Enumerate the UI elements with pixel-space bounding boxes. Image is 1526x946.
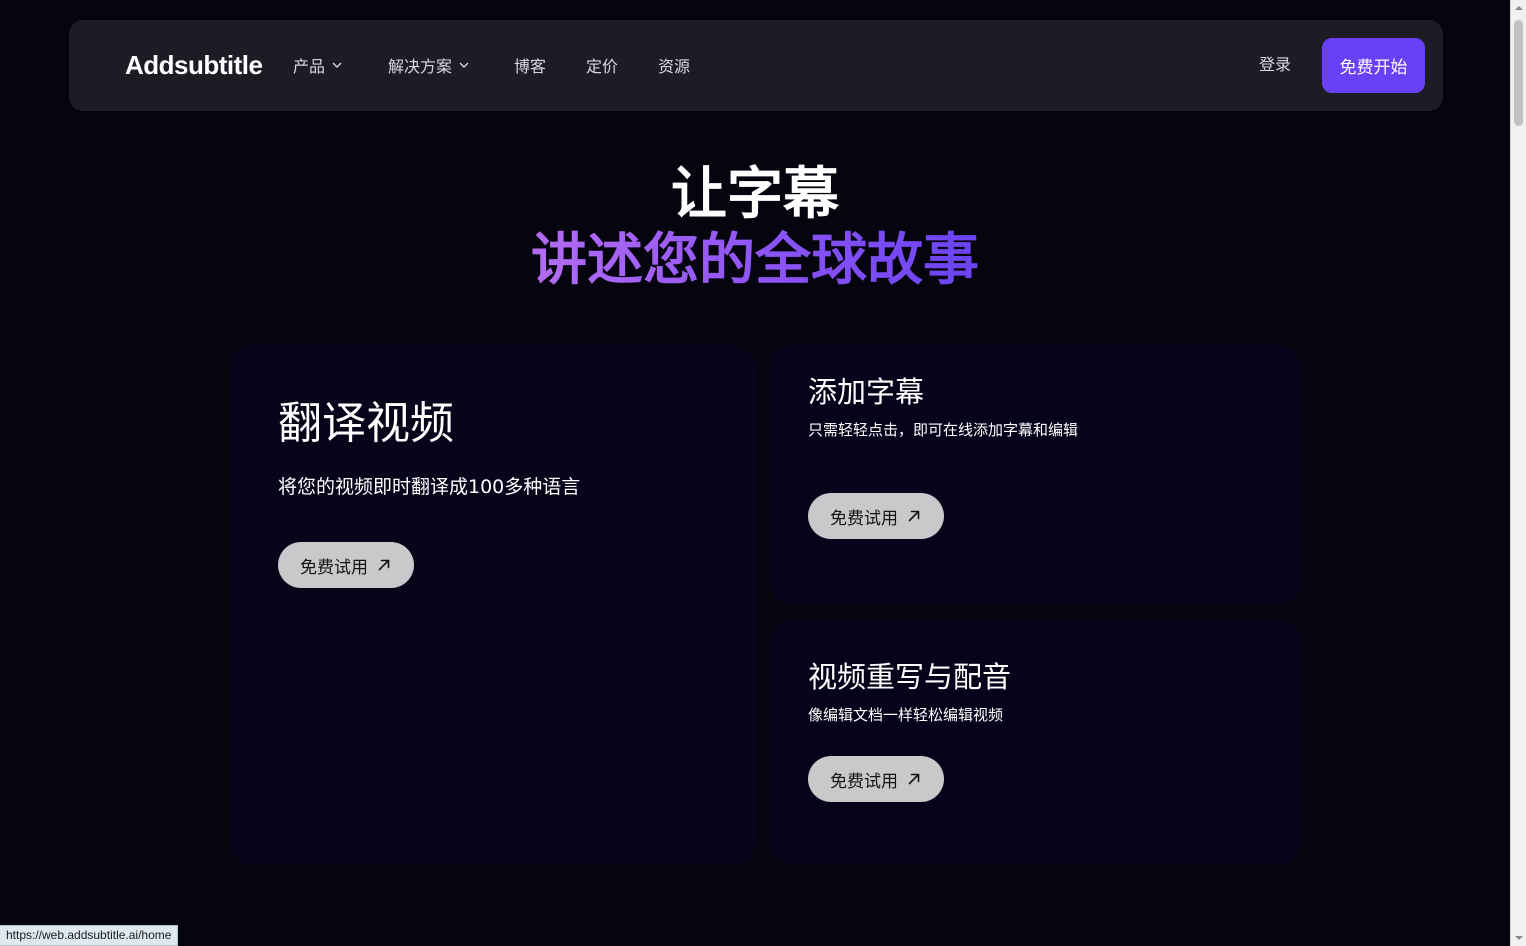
try-button-label: 免费试用 (300, 557, 368, 578)
nav-item-products[interactable]: 产品 (293, 53, 343, 77)
hero-gradient-text: 讲述您的全球故事 (531, 228, 979, 293)
subtitles-description: 只需轻轻点击，即可在线添加字幕和编辑 (808, 421, 1079, 439)
translate-description: 将您的视频即时翻译成100多种语言 (278, 476, 581, 498)
nav-item-resources[interactable]: 资源 (658, 53, 690, 77)
try-button-label: 免费试用 (830, 508, 898, 529)
nav-item-blog[interactable]: 博客 (514, 53, 546, 77)
nav-item-label: 博客 (514, 57, 547, 76)
login-link[interactable]: 登录 (1259, 53, 1291, 77)
scroll-down-arrow-icon[interactable] (1511, 930, 1526, 946)
subtitles-try-button[interactable]: 免费试用 (808, 493, 944, 539)
nav-item-label: 解决方案 (388, 57, 453, 76)
nav-item-label: 定价 (586, 57, 619, 76)
nav-item-solutions[interactable]: 解决方案 (388, 53, 470, 77)
hero-title-line2: 讲述您的全球故事 (0, 228, 1510, 294)
status-url-preview: https://web.addsubtitle.ai/home (0, 925, 179, 946)
try-button-label: 免费试用 (830, 771, 898, 792)
rewrite-title: 视频重写与配音 (808, 660, 1012, 694)
translate-title: 翻译视频 (278, 398, 454, 449)
feature-card-rewrite (770, 620, 1300, 865)
start-free-button[interactable]: 免费开始 (1322, 38, 1425, 93)
translate-try-button[interactable]: 免费试用 (278, 542, 414, 588)
nav-item-label: 资源 (658, 57, 691, 76)
chevron-down-icon (332, 62, 342, 68)
top-navbar: Addsubtitle 产品 解决方案 博客 定价 资源 登录 免费开始 (69, 20, 1443, 111)
brand-logo[interactable]: Addsubtitle (125, 48, 263, 82)
rewrite-description: 像编辑文档一样轻松编辑视频 (808, 706, 1004, 724)
subtitles-title: 添加字幕 (808, 375, 925, 409)
arrow-up-right-icon (908, 510, 920, 522)
nav-item-label: 产品 (293, 57, 326, 76)
nav-item-pricing[interactable]: 定价 (586, 53, 618, 77)
vertical-scrollbar[interactable] (1510, 0, 1526, 946)
hero-title-line1: 让字幕 (671, 162, 839, 227)
scrollbar-thumb[interactable] (1514, 20, 1523, 126)
arrow-up-right-icon (378, 559, 390, 571)
scroll-up-arrow-icon[interactable] (1511, 0, 1526, 16)
arrow-up-right-icon (908, 773, 920, 785)
page: Addsubtitle 产品 解决方案 博客 定价 资源 登录 免费开始 让字幕… (0, 0, 1510, 946)
rewrite-try-button[interactable]: 免费试用 (808, 756, 944, 802)
chevron-down-icon (459, 62, 469, 68)
